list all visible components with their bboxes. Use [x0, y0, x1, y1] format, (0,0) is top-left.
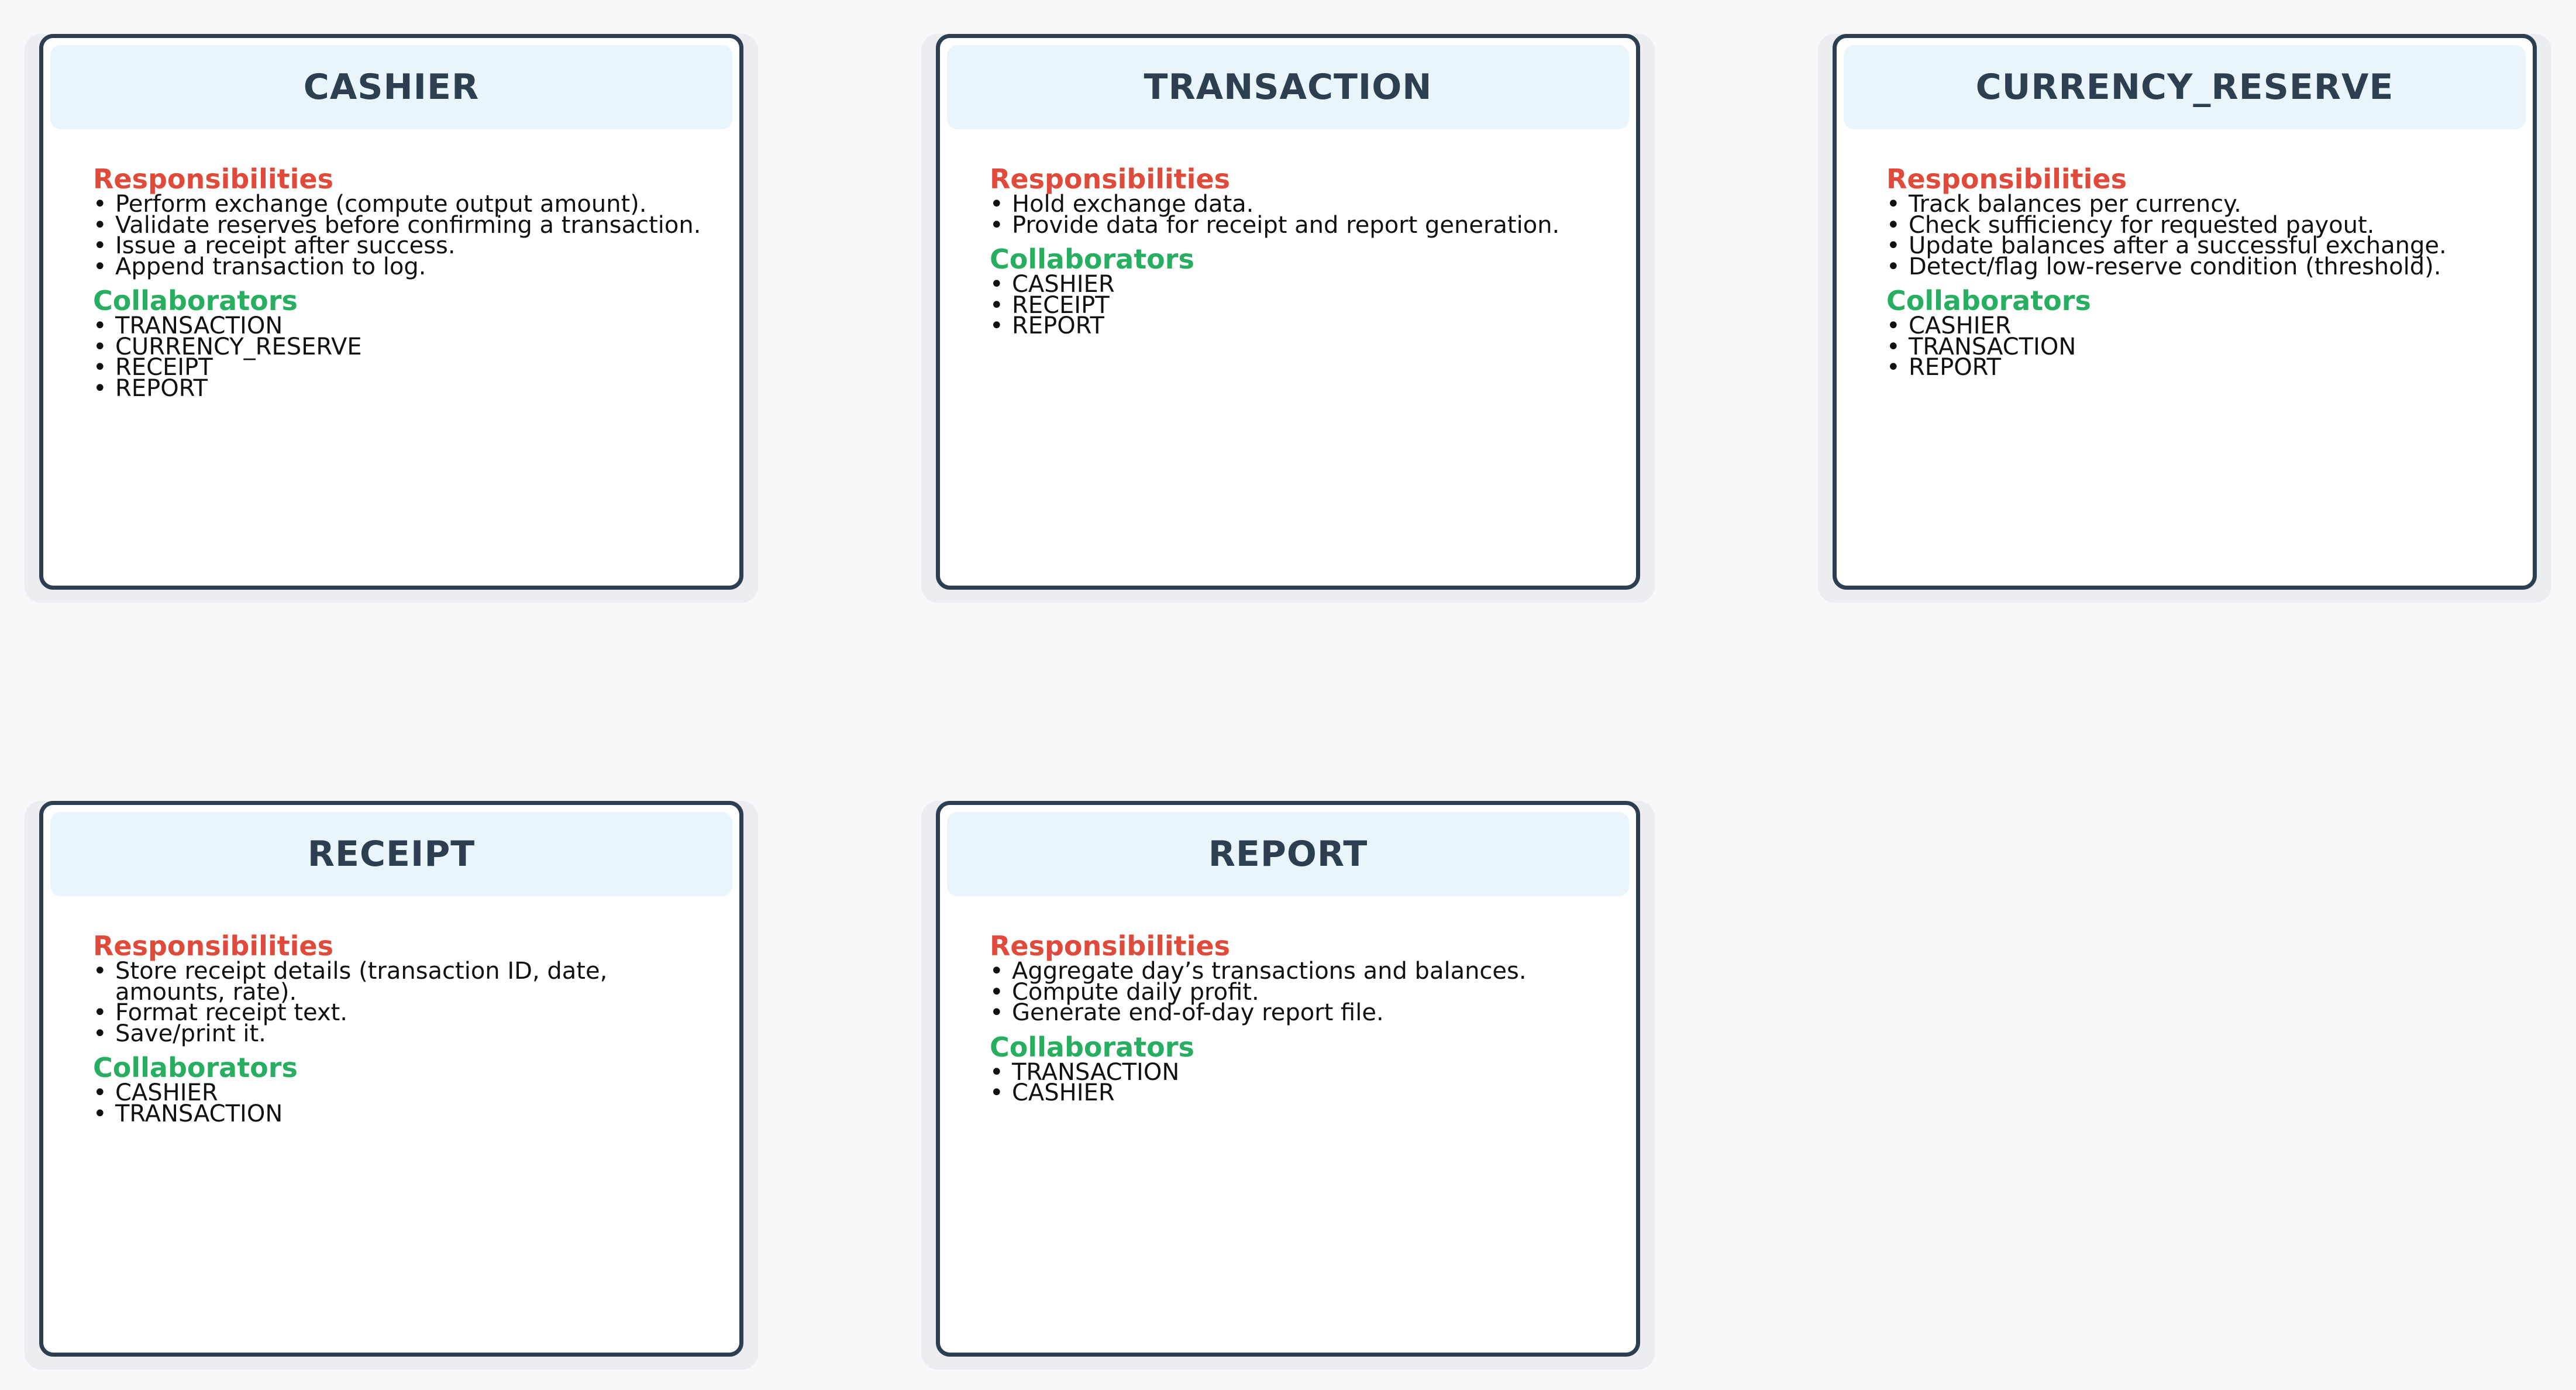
card-title: TRANSACTION [1144, 67, 1432, 108]
crc-card-currency-reserve: CURRENCY_RESERVE Responsibilities • Track… [1833, 34, 2537, 590]
card-header: CURRENCY_RESERVE [1844, 45, 2526, 129]
responsibility-text: Detect/flag low-reserve condition (thres… [1909, 253, 2441, 280]
bullet: • [990, 1079, 1004, 1106]
responsibility-item: • Append transaction to log. [93, 253, 725, 280]
card-title: REPORT [1208, 834, 1368, 875]
collaborator-item: • REPORT [93, 374, 725, 402]
collaborator-item: • REPORT [990, 312, 1621, 339]
responsibilities-list: • Track balances per currency. • Check suf… [1886, 192, 2518, 280]
bullet: • [1886, 354, 1900, 381]
bullet: • [990, 211, 1004, 239]
responsibilities-list: • Aggregate day’s transactions and balanc… [990, 959, 1621, 1026]
crc-card-cashier: CASHIER Responsibilities • Perform exchan… [39, 34, 743, 590]
responsibilities-list: • Store receipt details (transaction ID, … [93, 958, 725, 1047]
collaborators-list: • CASHIER • RECEIPT • REPORT [990, 273, 1621, 339]
crc-card-transaction: TRANSACTION Responsibilities • Hold excha… [936, 34, 1640, 590]
collaborator-text: CASHIER [1012, 1079, 1115, 1106]
crc-card-report: REPORT Responsibilities • Aggregate day’s… [936, 801, 1640, 1357]
responsibility-text: Generate end-of-day report file. [1012, 999, 1384, 1026]
responsibility-item: • Store receipt details (transaction ID, … [93, 958, 677, 1006]
card-body: Responsibilities • Track balances per cur… [1886, 164, 2518, 379]
card-title: RECEIPT [307, 834, 476, 875]
responsibilities-heading: Responsibilities [990, 163, 1230, 195]
collaborator-text: REPORT [115, 374, 208, 402]
responsibility-item: • Save/print it. [93, 1020, 725, 1047]
responsibilities-heading: Responsibilities [990, 930, 1230, 962]
responsibility-item: • Detect/flag low-reserve condition (thre… [1886, 253, 2518, 280]
collaborator-text: TRANSACTION [115, 1100, 283, 1127]
responsibility-text: Provide data for receipt and report gene… [1012, 211, 1560, 239]
bullet: • [93, 374, 107, 402]
responsibility-text: Save/print it. [115, 1020, 266, 1047]
bullet: • [93, 958, 107, 985]
responsibilities-list: • Hold exchange data. • Provide data for r… [990, 192, 1621, 239]
responsibility-text: Store receipt details (transaction ID, d… [115, 958, 608, 1006]
collaborators-heading: Collaborators [990, 243, 1194, 275]
bullet: • [93, 1100, 107, 1127]
responsibilities-heading: Responsibilities [93, 163, 333, 195]
collaborators-list: • TRANSACTION • CASHIER [990, 1061, 1621, 1106]
bullet: • [990, 999, 1004, 1026]
collaborators-list: • CASHIER • TRANSACTION [93, 1081, 725, 1127]
collaborators-heading: Collaborators [93, 285, 298, 316]
card-body: Responsibilities • Store receipt details … [93, 930, 725, 1127]
card-header: TRANSACTION [947, 45, 1629, 129]
card-body: Responsibilities • Perform exchange (comp… [93, 163, 725, 402]
collaborators-heading: Collaborators [93, 1052, 298, 1083]
collaborator-text: REPORT [1012, 312, 1104, 339]
collaborators-list: • CASHIER • TRANSACTION • REPORT [1886, 314, 2518, 381]
bullet: • [93, 1020, 107, 1047]
responsibilities-heading: Responsibilities [93, 930, 333, 962]
collaborator-text: REPORT [1909, 354, 2001, 381]
responsibilities-heading: Responsibilities [1886, 163, 2127, 195]
crc-card-receipt: RECEIPT Responsibilities • Store receipt … [39, 801, 743, 1357]
collaborator-item: • CASHIER [990, 1079, 1621, 1106]
collaborators-heading: Collaborators [990, 1031, 1194, 1063]
card-title: CASHIER [303, 67, 480, 108]
responsibility-item: • Generate end-of-day report file. [990, 999, 1621, 1026]
responsibility-text: Append transaction to log. [115, 253, 426, 280]
card-header: RECEIPT [50, 812, 732, 896]
bullet: • [1886, 253, 1900, 280]
collaborator-item: • REPORT [1886, 354, 2518, 381]
bullet: • [93, 253, 107, 280]
collaborators-heading: Collaborators [1886, 285, 2091, 316]
card-header: REPORT [947, 812, 1629, 896]
card-body: Responsibilities • Hold exchange data. • P… [990, 163, 1621, 339]
card-body: Responsibilities • Aggregate day’s transa… [990, 930, 1621, 1106]
responsibility-item: • Provide data for receipt and report gen… [990, 211, 1621, 239]
card-title: CURRENCY_RESERVE [1975, 67, 2394, 108]
collaborator-item: • TRANSACTION [93, 1100, 725, 1127]
responsibilities-list: • Perform exchange (compute output amount… [93, 192, 725, 280]
bullet: • [990, 312, 1004, 339]
card-header: CASHIER [50, 45, 732, 129]
collaborators-list: • TRANSACTION • CURRENCY_RESERVE • RECEIPT … [93, 314, 725, 402]
